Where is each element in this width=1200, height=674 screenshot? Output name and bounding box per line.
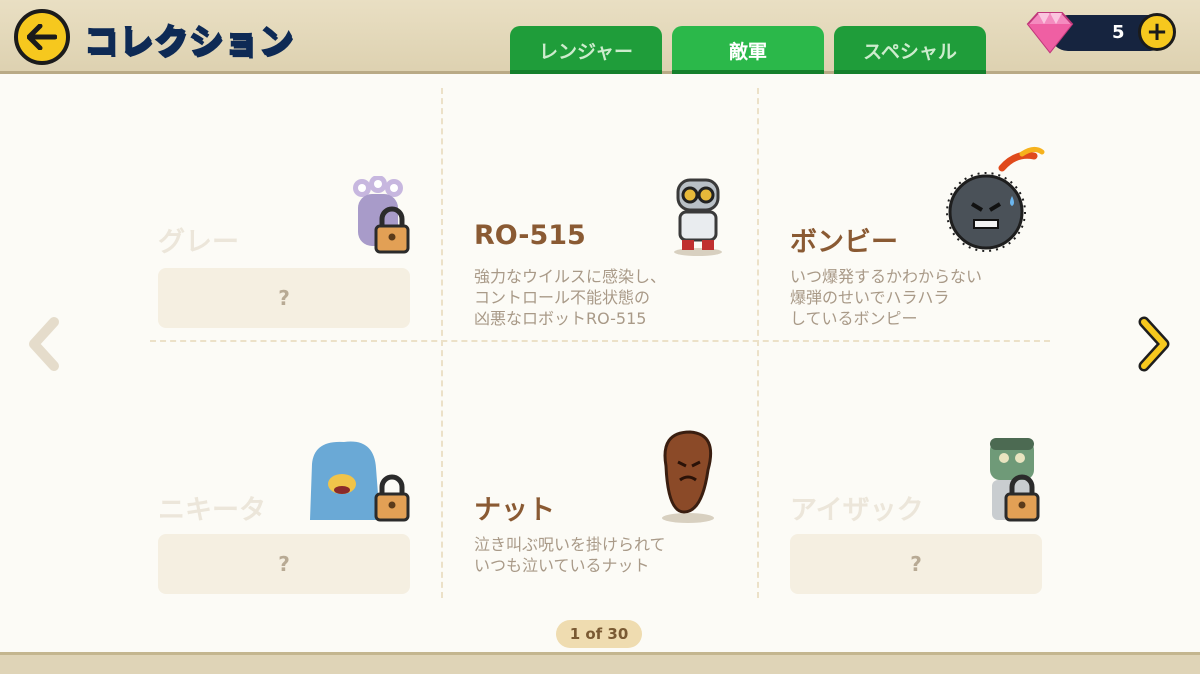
tab-rangers[interactable]: レンジャー	[510, 26, 662, 74]
robot-character-icon	[674, 178, 722, 256]
nut-character-icon	[662, 430, 714, 523]
collection-card-nikita[interactable]: ニキータ ?	[150, 358, 440, 608]
collection-card-nut[interactable]: ナット 泣き叫ぶ呪いを掛けられて いつも泣いているナット	[466, 358, 756, 608]
card-description: いつ爆発するかわからない 爆弾のせいでハラハラ しているボンピー	[790, 267, 983, 328]
collection-card-bombie[interactable]: ボンビー いつ爆発するかわからない 爆弾のせいでハラハラ しているボンピー	[782, 90, 1072, 340]
grid-divider	[441, 88, 443, 598]
back-button[interactable]	[14, 9, 70, 65]
add-gems-button[interactable]: +	[1138, 13, 1176, 51]
collection-card-gray[interactable]: グレー ?	[150, 90, 440, 340]
tab-bar: レンジャー 敵軍 スペシャル	[510, 26, 986, 74]
card-name: ナット	[474, 495, 555, 526]
card-name: ニキータ	[158, 495, 266, 526]
lock-icon	[374, 206, 410, 254]
page-title: コレクション	[83, 21, 294, 63]
unknown-description: ?	[158, 268, 410, 328]
unknown-description: ?	[790, 534, 1042, 594]
collection-card-ro515[interactable]: RO-515 強力なウイルスに感染し、 コントロール不能状態の 凶悪なロボットR…	[466, 90, 756, 340]
gem-count: 5	[1112, 22, 1125, 43]
unknown-description: ?	[158, 534, 410, 594]
card-description: 泣き叫ぶ呪いを掛けられて いつも泣いているナット	[474, 535, 666, 575]
card-name: グレー	[158, 227, 239, 258]
page-indicator: 1 of 30	[556, 620, 642, 648]
bomb-character-icon	[946, 146, 1045, 252]
panel-bottom-edge	[0, 652, 1200, 674]
card-description: 強力なウイルスに感染し、 コントロール不能状態の 凶悪なロボットRO-515	[474, 267, 667, 328]
tab-special[interactable]: スペシャル	[834, 26, 986, 74]
prev-page-arrow-icon[interactable]	[24, 316, 64, 372]
tab-enemies[interactable]: 敵軍	[672, 26, 824, 74]
lock-icon	[374, 474, 410, 522]
grid-divider	[757, 88, 759, 598]
gem-icon	[1026, 12, 1074, 54]
card-name: ボンビー	[790, 227, 898, 258]
card-name: アイザック	[790, 495, 924, 526]
grid-divider	[150, 340, 1050, 342]
collection-card-isaac[interactable]: アイザック ?	[782, 358, 1072, 608]
card-name: RO-515	[474, 220, 586, 251]
next-page-arrow-icon[interactable]	[1134, 316, 1174, 372]
arrow-left-icon	[27, 24, 57, 50]
lock-icon	[1004, 474, 1040, 522]
